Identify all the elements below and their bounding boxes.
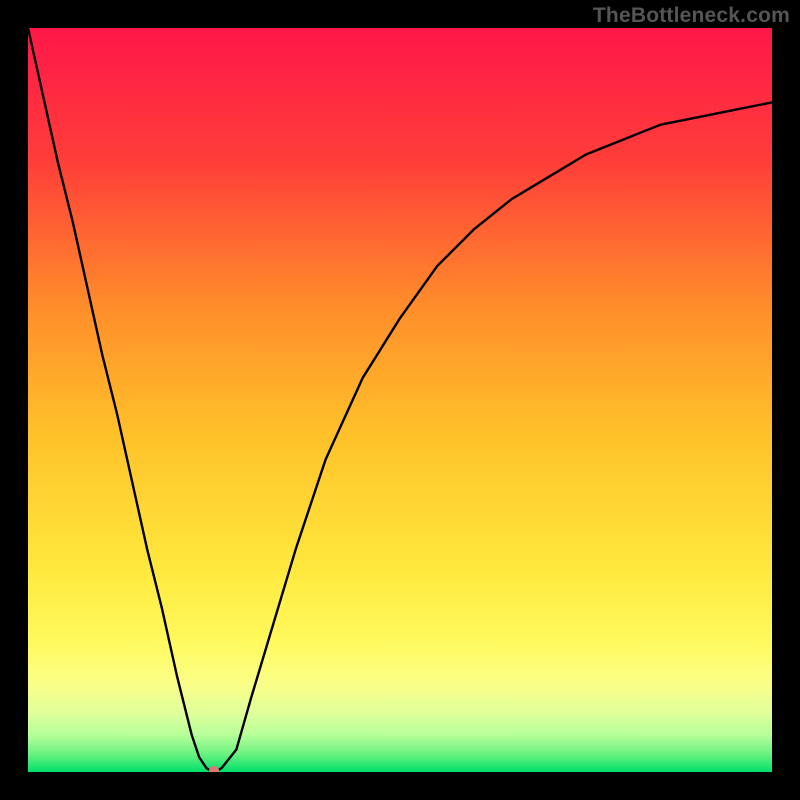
watermark-text: TheBottleneck.com <box>593 4 790 28</box>
chart-frame: TheBottleneck.com <box>0 0 800 800</box>
gradient-background <box>28 28 772 772</box>
plot-area <box>28 28 772 772</box>
chart-svg <box>28 28 772 772</box>
